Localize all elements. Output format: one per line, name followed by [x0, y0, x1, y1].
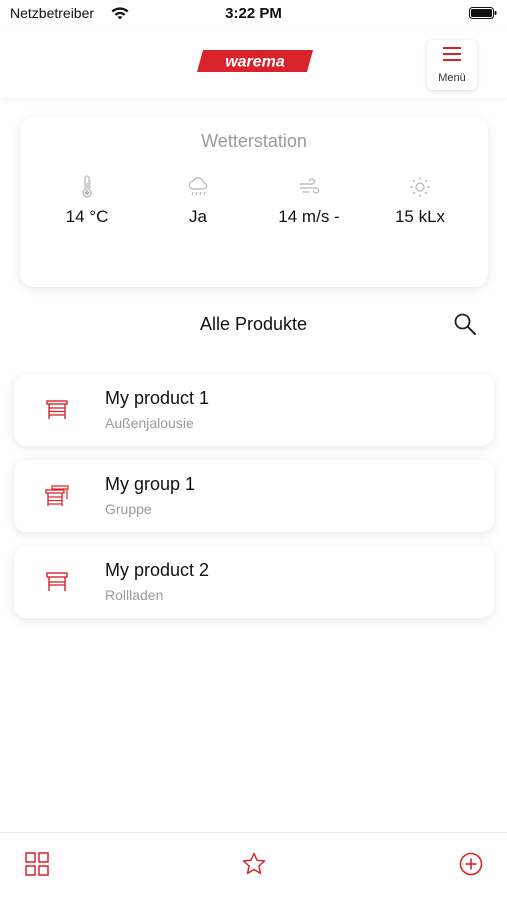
product-type: Rollladen — [105, 587, 164, 603]
grid-icon[interactable] — [24, 851, 50, 877]
all-products-title: Alle Produkte — [199, 314, 308, 334]
status-bar: Netzbetreiber 3:22 PM — [0, 0, 507, 28]
app-header: warema Menü — [0, 28, 507, 98]
rain-cloud-icon — [188, 177, 208, 196]
product-type: Gruppe — [105, 501, 152, 517]
wind-icon — [300, 178, 320, 194]
product-item[interactable]: My group 1 Gruppe — [14, 460, 494, 532]
product-name: My product 2 — [105, 560, 210, 580]
product-name: My group 1 — [105, 474, 196, 494]
star-icon[interactable] — [241, 851, 267, 877]
product-type: Außenjalousie — [105, 415, 194, 431]
menu-button[interactable]: Menü — [427, 40, 477, 90]
search-icon[interactable] — [452, 311, 478, 337]
warema-logo: warema — [197, 50, 313, 72]
product-item[interactable]: My product 1 Außenjalousie — [14, 374, 494, 446]
bottom-tab-bar — [0, 832, 507, 901]
roller-shutter-icon — [46, 572, 68, 591]
weather-wind: 14 m/s - — [259, 175, 359, 235]
product-name: My product 1 — [105, 388, 210, 408]
status-time: 3:22 PM — [225, 5, 282, 22]
venetian-blind-icon — [46, 400, 68, 419]
add-circle-icon[interactable] — [458, 851, 484, 877]
weather-temperature: 14 °C — [37, 175, 137, 235]
brightness-value: 15 kLx — [394, 207, 446, 226]
battery-icon — [469, 7, 497, 19]
sun-icon — [410, 177, 430, 197]
weather-station-card[interactable]: Wetterstation 14 °C Ja 14 m/s - 15 kLx — [20, 117, 488, 287]
temperature-value: 14 °C — [65, 207, 109, 226]
thermometer-icon — [82, 175, 92, 198]
menu-label: Menü — [438, 72, 466, 84]
hamburger-menu-icon — [443, 47, 461, 61]
weather-rain: Ja — [148, 175, 248, 235]
product-item[interactable]: My product 2 Rollladen — [14, 546, 494, 618]
wind-value: 14 m/s - — [278, 207, 340, 226]
weather-station-title: Wetterstation — [201, 131, 307, 151]
weather-brightness: 15 kLx — [370, 175, 470, 235]
rain-value: Ja — [189, 207, 207, 226]
logo-text: warema — [225, 54, 285, 71]
group-blinds-icon — [45, 485, 69, 506]
